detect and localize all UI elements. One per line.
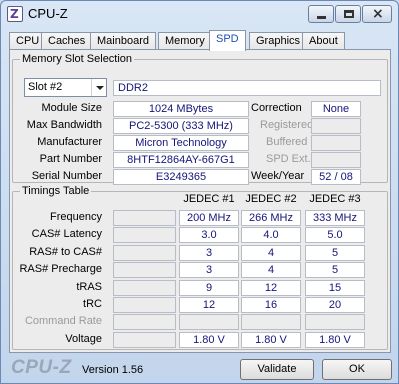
timings-cell: 5 — [305, 244, 365, 261]
memory-type-field: DDR2 — [113, 80, 381, 96]
timings-cell: 5 — [305, 262, 365, 279]
tab-spd[interactable]: SPD — [209, 30, 246, 51]
minimize-icon — [317, 16, 326, 19]
spd-panel: Memory Slot Selection Slot #2 DDR2 Modul… — [9, 49, 391, 353]
timings-cell: 20 — [305, 297, 365, 313]
version-label: Version 1.56 — [82, 364, 144, 376]
timings-cell: 12 — [179, 297, 239, 313]
timings-cell: 15 — [305, 279, 365, 296]
tab-about[interactable]: About — [302, 32, 345, 50]
timings-cell: 4 — [241, 262, 301, 279]
timings-cell — [179, 314, 239, 331]
tab-memory[interactable]: Memory — [158, 32, 212, 50]
spd-ext-label: SPD Ext. — [266, 153, 311, 165]
buffered-field — [311, 135, 361, 151]
tab-caches[interactable]: Caches — [41, 32, 93, 50]
chevron-down-icon[interactable] — [91, 79, 106, 96]
validate-button[interactable]: Validate — [240, 359, 314, 380]
title-bar[interactable]: Z CPU-Z × — [1, 1, 398, 27]
cpuz-app-icon: Z — [7, 6, 23, 22]
timings-extra-cell — [113, 297, 176, 313]
timings-cell: 12 — [241, 279, 301, 296]
part-number-field: 8HTF12864AY-667G1 — [113, 152, 249, 168]
registered-label: Registered — [260, 119, 314, 131]
tab-mainboard[interactable]: Mainboard — [90, 32, 156, 50]
timings-cell: 1.80 V — [241, 331, 301, 348]
timings-row-label: Voltage — [65, 332, 102, 345]
timings-cell: 1.80 V — [179, 331, 239, 348]
ok-button[interactable]: OK — [322, 359, 392, 380]
timings-cell: 4 — [241, 244, 301, 261]
week-year-field: 52 / 08 — [311, 169, 361, 185]
slot-select-value: Slot #2 — [28, 81, 63, 93]
timings-cell: 200 MHz — [179, 210, 239, 226]
manufacturer-field: Micron Technology — [113, 135, 249, 151]
correction-label: Correction — [251, 102, 302, 114]
timings-cell: 4.0 — [241, 227, 301, 244]
timings-column-header: JEDEC #2 — [245, 193, 297, 205]
timings-column-header: JEDEC #1 — [183, 193, 235, 205]
week-year-label: Week/Year — [251, 170, 305, 182]
close-icon: × — [372, 6, 384, 22]
timings-cell: 16 — [241, 297, 301, 313]
timings-row-label: Command Rate — [24, 315, 102, 328]
buffered-label: Buffered — [266, 136, 308, 148]
timings-table-label: Timings Table — [20, 185, 92, 197]
timings-cell: 9 — [179, 279, 239, 296]
timings-extra-cell — [113, 262, 176, 279]
timings-cell — [241, 314, 301, 331]
max-bandwidth-label: Max Bandwidth — [26, 119, 102, 131]
window-title: CPU-Z — [28, 6, 68, 21]
max-bandwidth-field: PC2-5300 (333 MHz) — [113, 118, 249, 134]
maximize-button[interactable] — [335, 5, 361, 23]
slot-select[interactable]: Slot #2 — [24, 78, 107, 97]
timings-row-label: tRAS — [76, 280, 102, 293]
spd-ext-field — [311, 152, 361, 168]
timings-extra-cell — [113, 244, 176, 261]
timings-column-header: JEDEC #3 — [309, 193, 361, 205]
correction-field: None — [311, 101, 361, 117]
footer-bar: CPU-Z Version 1.56 Validate OK — [1, 356, 398, 384]
manufacturer-label: Manufacturer — [37, 136, 102, 148]
timings-cell: 1.80 V — [305, 331, 365, 348]
memory-slot-selection-group: Memory Slot Selection Slot #2 DDR2 Modul… — [12, 53, 388, 185]
memory-slot-selection-label: Memory Slot Selection — [20, 53, 135, 65]
timings-cell: 5.0 — [305, 227, 365, 244]
timings-cell: 3 — [179, 262, 239, 279]
timings-cell: 3 — [179, 244, 239, 261]
timings-row-label: tRC — [83, 298, 102, 310]
timings-extra-cell — [113, 210, 176, 226]
serial-number-field: E3249365 — [113, 169, 249, 185]
module-size-label: Module Size — [41, 102, 102, 114]
serial-number-label: Serial Number — [31, 170, 102, 182]
timings-cell: 333 MHz — [305, 210, 365, 226]
timings-cell: 3.0 — [179, 227, 239, 244]
registered-field — [311, 118, 361, 134]
timings-cell: 266 MHz — [241, 210, 301, 226]
minimize-button[interactable] — [308, 5, 334, 23]
module-size-field: 1024 MBytes — [113, 101, 249, 117]
cpuz-window: Z CPU-Z × CPU Caches Mainboard Memory SP… — [0, 0, 399, 384]
tab-graphics[interactable]: Graphics — [249, 32, 308, 50]
maximize-icon — [344, 10, 354, 18]
timings-row-label: Frequency — [50, 211, 102, 223]
part-number-label: Part Number — [39, 153, 102, 165]
timings-extra-cell — [113, 314, 176, 331]
timings-cell — [305, 314, 365, 331]
close-button[interactable]: × — [362, 5, 392, 23]
timings-extra-cell — [113, 331, 176, 348]
timings-row-label: RAS# to CAS# — [29, 245, 102, 258]
timings-extra-cell — [113, 279, 176, 296]
timings-extra-cell — [113, 227, 176, 244]
timings-row-label: RAS# Precharge — [19, 263, 102, 276]
timings-row-label: CAS# Latency — [31, 228, 102, 241]
cpuz-logo: CPU-Z — [11, 357, 72, 378]
